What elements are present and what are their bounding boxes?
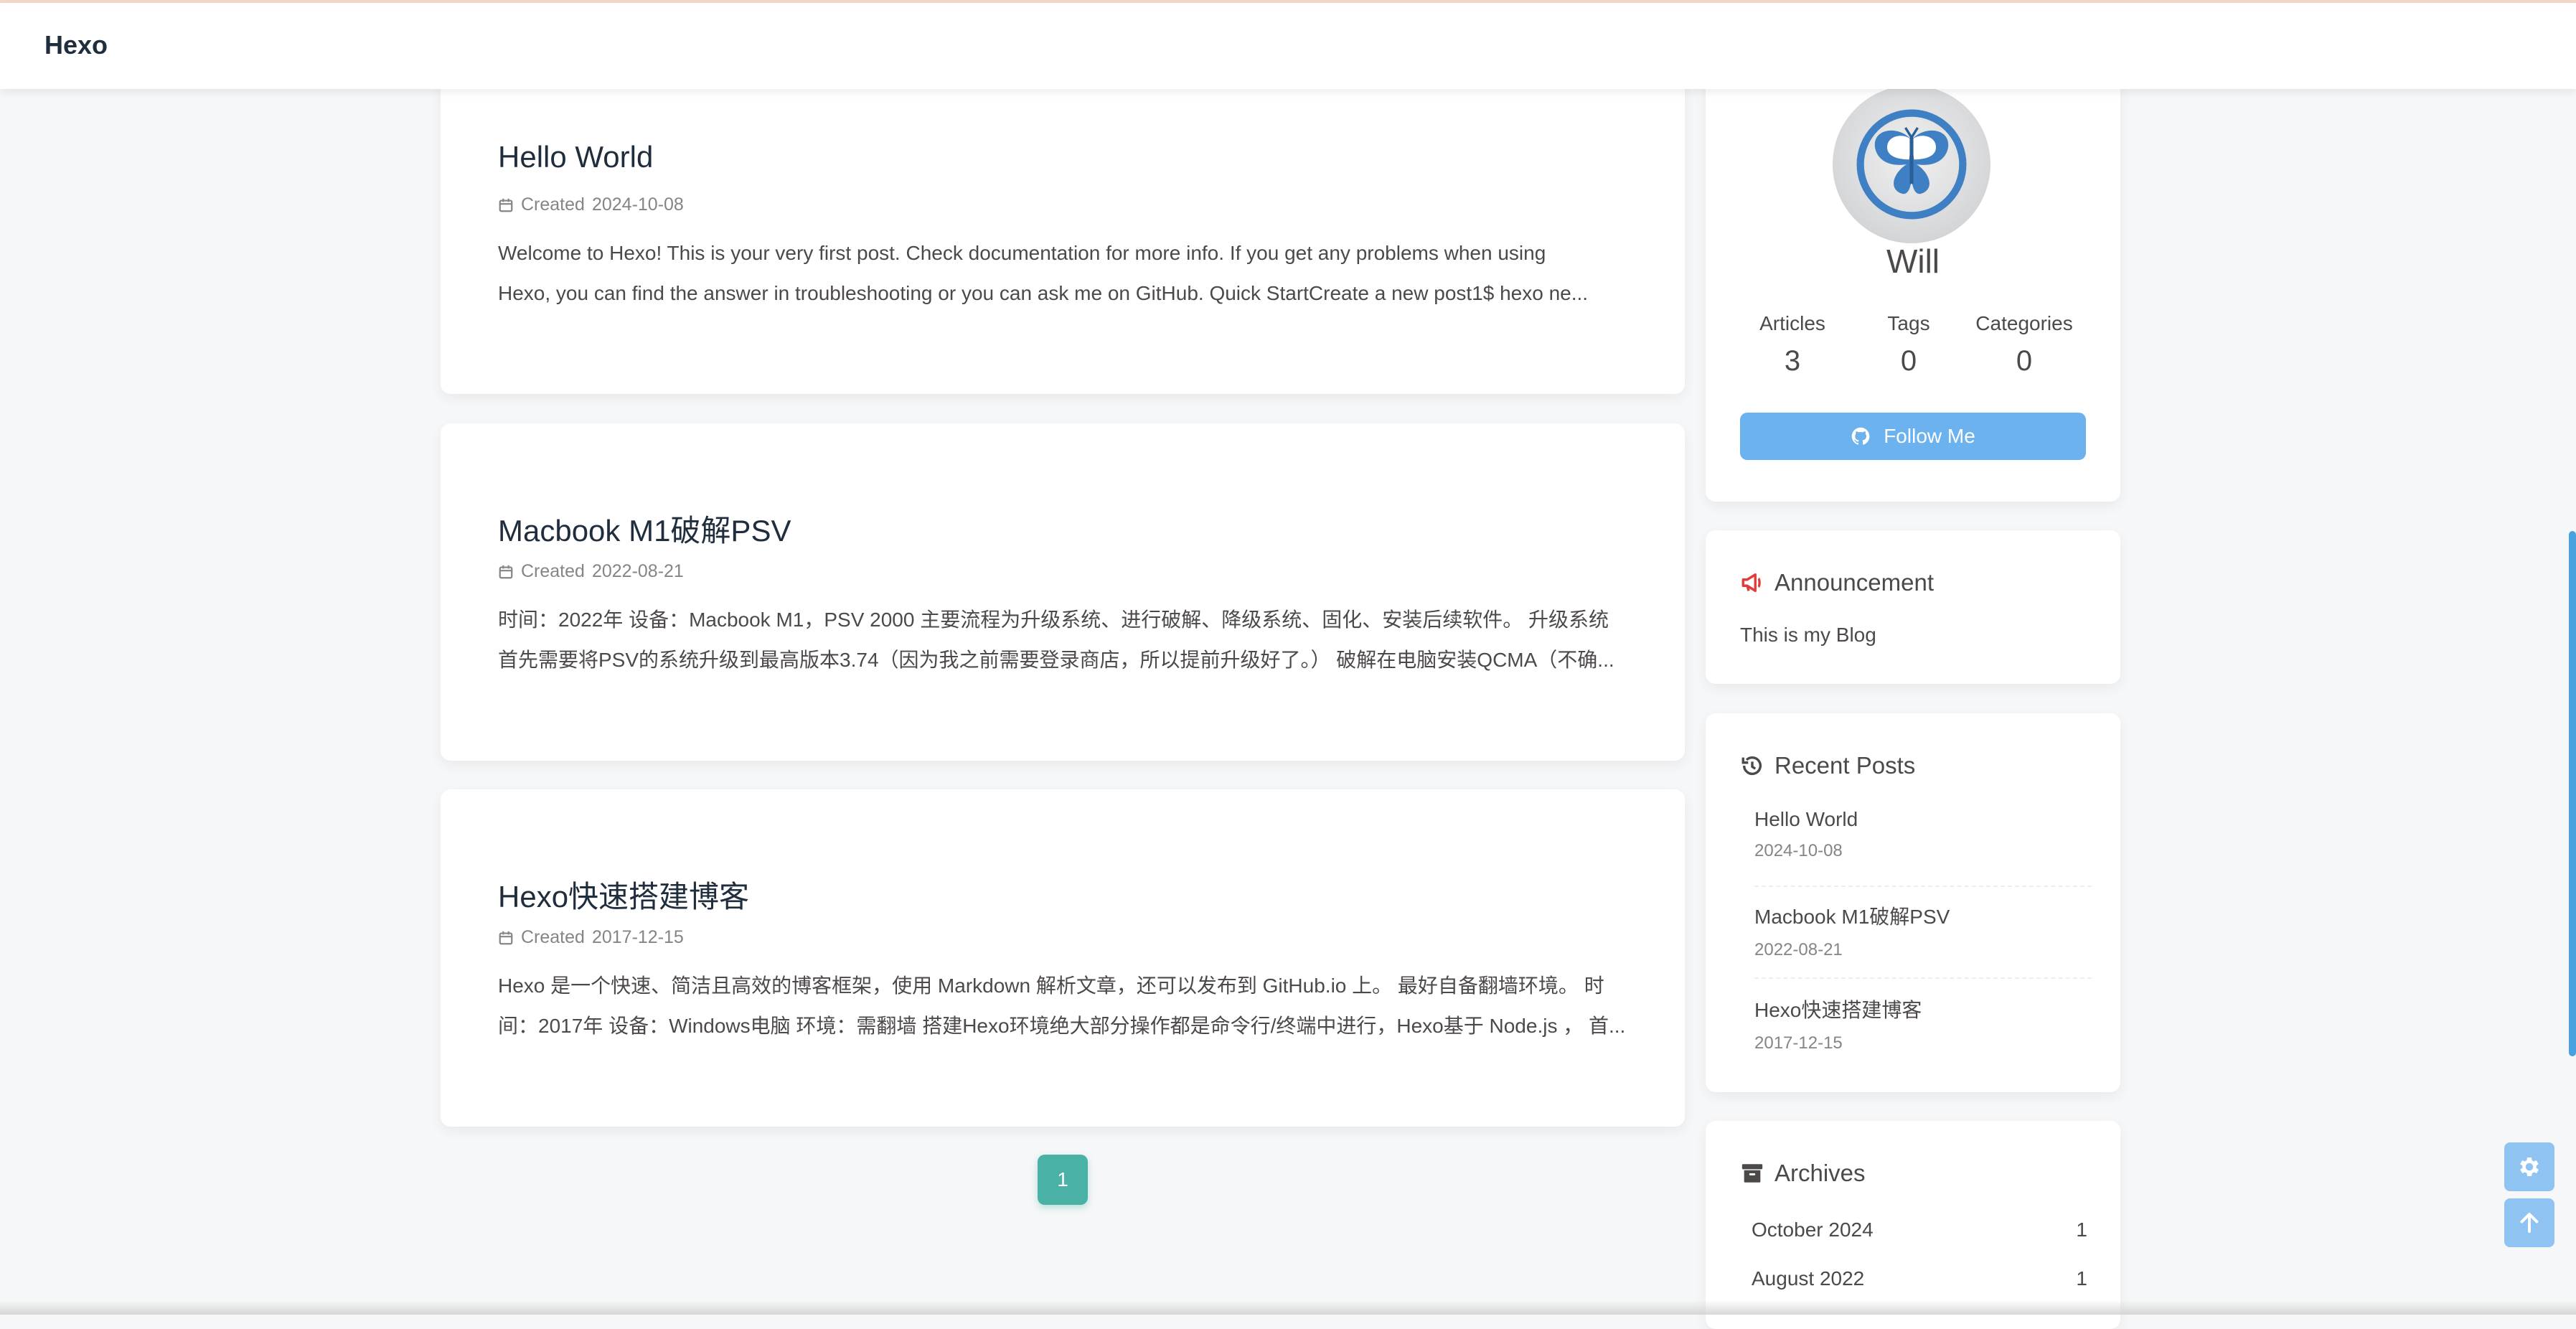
site-title-link[interactable]: Hexo bbox=[44, 30, 108, 60]
recent-post-divider bbox=[1754, 886, 2092, 887]
recent-post-date: 2022-08-21 bbox=[1754, 940, 1843, 959]
recent-post-item[interactable]: Hello World 2024-10-08 bbox=[1754, 808, 2092, 861]
post-excerpt-line: 时间：2022年 设备：Macbook M1，PSV 2000 主要流程为升级系… bbox=[498, 609, 1609, 631]
follow-me-button[interactable]: Follow Me bbox=[1740, 413, 2086, 460]
navbar: Hexo bbox=[0, 3, 2576, 89]
pagination-current-page[interactable]: 1 bbox=[1038, 1155, 1088, 1205]
post-date: 2022-08-21 bbox=[591, 561, 684, 581]
post-excerpt-line: Hexo, you can find the answer in trouble… bbox=[498, 282, 1589, 304]
announcement-heading: Announcement bbox=[1740, 569, 1934, 596]
author-card: Will Articles 3 Tags 0 Categories 0 Foll… bbox=[1706, 74, 2120, 502]
post-meta-label: Created bbox=[521, 194, 585, 215]
recent-post-date: 2024-10-08 bbox=[1754, 841, 1843, 860]
post-card: Hexo快速搭建博客 Created 2017-12-15 Hexo 是一个快速… bbox=[441, 789, 1685, 1127]
recent-posts-title: Recent Posts bbox=[1774, 752, 1916, 779]
stat-tags[interactable]: Tags 0 bbox=[1851, 312, 1966, 377]
bullhorn-icon bbox=[1741, 573, 1761, 593]
post-title-link[interactable]: Hello World bbox=[498, 140, 653, 174]
archive-count: 1 bbox=[2076, 1267, 2087, 1290]
archive-item[interactable]: August 2022 1 bbox=[1752, 1267, 2087, 1290]
announcement-title: Announcement bbox=[1774, 569, 1934, 596]
archive-item[interactable]: October 2024 1 bbox=[1752, 1218, 2087, 1241]
archives-card: Archives October 2024 1 August 2022 1 bbox=[1706, 1121, 2120, 1329]
post-title-link[interactable]: Hexo快速搭建博客 bbox=[498, 873, 749, 916]
stat-categories[interactable]: Categories 0 bbox=[1967, 312, 2082, 377]
post-excerpt-line: Hexo 是一个快速、简洁且高效的博客框架，使用 Markdown 解析文章，还… bbox=[498, 975, 1604, 997]
announcement-card: Announcement This is my Blog bbox=[1706, 530, 2120, 684]
post-excerpt-line: 首先需要将PSV的系统升级到最高版本3.74（因为我之前需要登录商店，所以提前升… bbox=[498, 649, 1614, 671]
stat-label: Tags bbox=[1887, 312, 1930, 334]
stat-value: 0 bbox=[2016, 345, 2033, 377]
stat-label: Articles bbox=[1759, 312, 1825, 334]
recent-post-item[interactable]: Macbook M1破解PSV 2022-08-21 bbox=[1754, 901, 2092, 960]
stat-articles[interactable]: Articles 3 bbox=[1735, 312, 1850, 377]
post-date: 2024-10-08 bbox=[591, 194, 684, 215]
post-card: Macbook M1破解PSV Created 2022-08-21 时间：20… bbox=[441, 423, 1685, 761]
arrow-up-icon bbox=[2520, 1213, 2539, 1233]
post-excerpt: Welcome to Hexo! This is your very first… bbox=[498, 233, 1632, 314]
archive-label: October 2024 bbox=[1752, 1218, 1874, 1241]
post-date: 2017-12-15 bbox=[591, 927, 684, 947]
post-excerpt-line: 间：2017年 设备：Windows电脑 环境：需翻墙 搭建Hexo环境绝大部分… bbox=[498, 1015, 1626, 1037]
post-meta: Created 2017-12-15 bbox=[498, 927, 684, 948]
avatar[interactable] bbox=[1833, 85, 1990, 243]
archive-count: 1 bbox=[2076, 1218, 2087, 1241]
back-to-top-button[interactable] bbox=[2504, 1198, 2554, 1247]
recent-post-title: Hexo快速搭建博客 bbox=[1754, 999, 1922, 1021]
recent-posts-heading: Recent Posts bbox=[1740, 752, 1915, 779]
history-icon bbox=[1741, 756, 1762, 775]
calendar-icon bbox=[499, 198, 513, 212]
announcement-text: This is my Blog bbox=[1740, 624, 1876, 646]
settings-button[interactable] bbox=[2504, 1142, 2554, 1191]
recent-post-divider bbox=[1754, 977, 2092, 979]
post-meta: Created 2024-10-08 bbox=[498, 194, 684, 215]
recent-post-item[interactable]: Hexo快速搭建博客 2017-12-15 bbox=[1754, 995, 2092, 1053]
archive-icon bbox=[1741, 1164, 1763, 1183]
post-card: Hello World Created 2024-10-08 Welcome t… bbox=[441, 74, 1685, 394]
archives-heading: Archives bbox=[1740, 1160, 1866, 1187]
gear-icon bbox=[2520, 1157, 2539, 1177]
butterfly-logo-icon bbox=[1856, 109, 1967, 220]
calendar-icon bbox=[499, 931, 513, 944]
recent-post-title: Macbook M1破解PSV bbox=[1754, 906, 1950, 928]
stat-value: 0 bbox=[1900, 345, 1917, 377]
stat-label: Categories bbox=[1975, 312, 2073, 334]
page-scrollbar-thumb[interactable] bbox=[2569, 531, 2576, 1056]
post-excerpt-line: Welcome to Hexo! This is your very first… bbox=[498, 242, 1546, 264]
recent-posts-card: Recent Posts Hello World 2024-10-08 Macb… bbox=[1706, 713, 2120, 1092]
stat-value: 3 bbox=[1784, 345, 1801, 377]
archive-label: August 2022 bbox=[1752, 1267, 1865, 1290]
post-title-link[interactable]: Macbook M1破解PSV bbox=[498, 507, 791, 550]
recent-post-title: Hello World bbox=[1754, 808, 1858, 830]
author-name: Will bbox=[1886, 243, 1940, 280]
post-excerpt: Hexo 是一个快速、简洁且高效的博客框架，使用 Markdown 解析文章，还… bbox=[498, 966, 1632, 1046]
follow-me-label: Follow Me bbox=[1884, 425, 1975, 447]
calendar-icon bbox=[499, 565, 513, 578]
post-meta: Created 2022-08-21 bbox=[498, 561, 684, 582]
post-excerpt: 时间：2022年 设备：Macbook M1，PSV 2000 主要流程为升级系… bbox=[498, 600, 1632, 680]
recent-post-date: 2017-12-15 bbox=[1754, 1033, 1843, 1053]
archives-title: Archives bbox=[1774, 1160, 1866, 1186]
bottom-shade bbox=[0, 1300, 2576, 1315]
github-icon bbox=[1851, 427, 1870, 445]
post-meta-label: Created bbox=[521, 927, 585, 947]
post-meta-label: Created bbox=[521, 561, 585, 581]
